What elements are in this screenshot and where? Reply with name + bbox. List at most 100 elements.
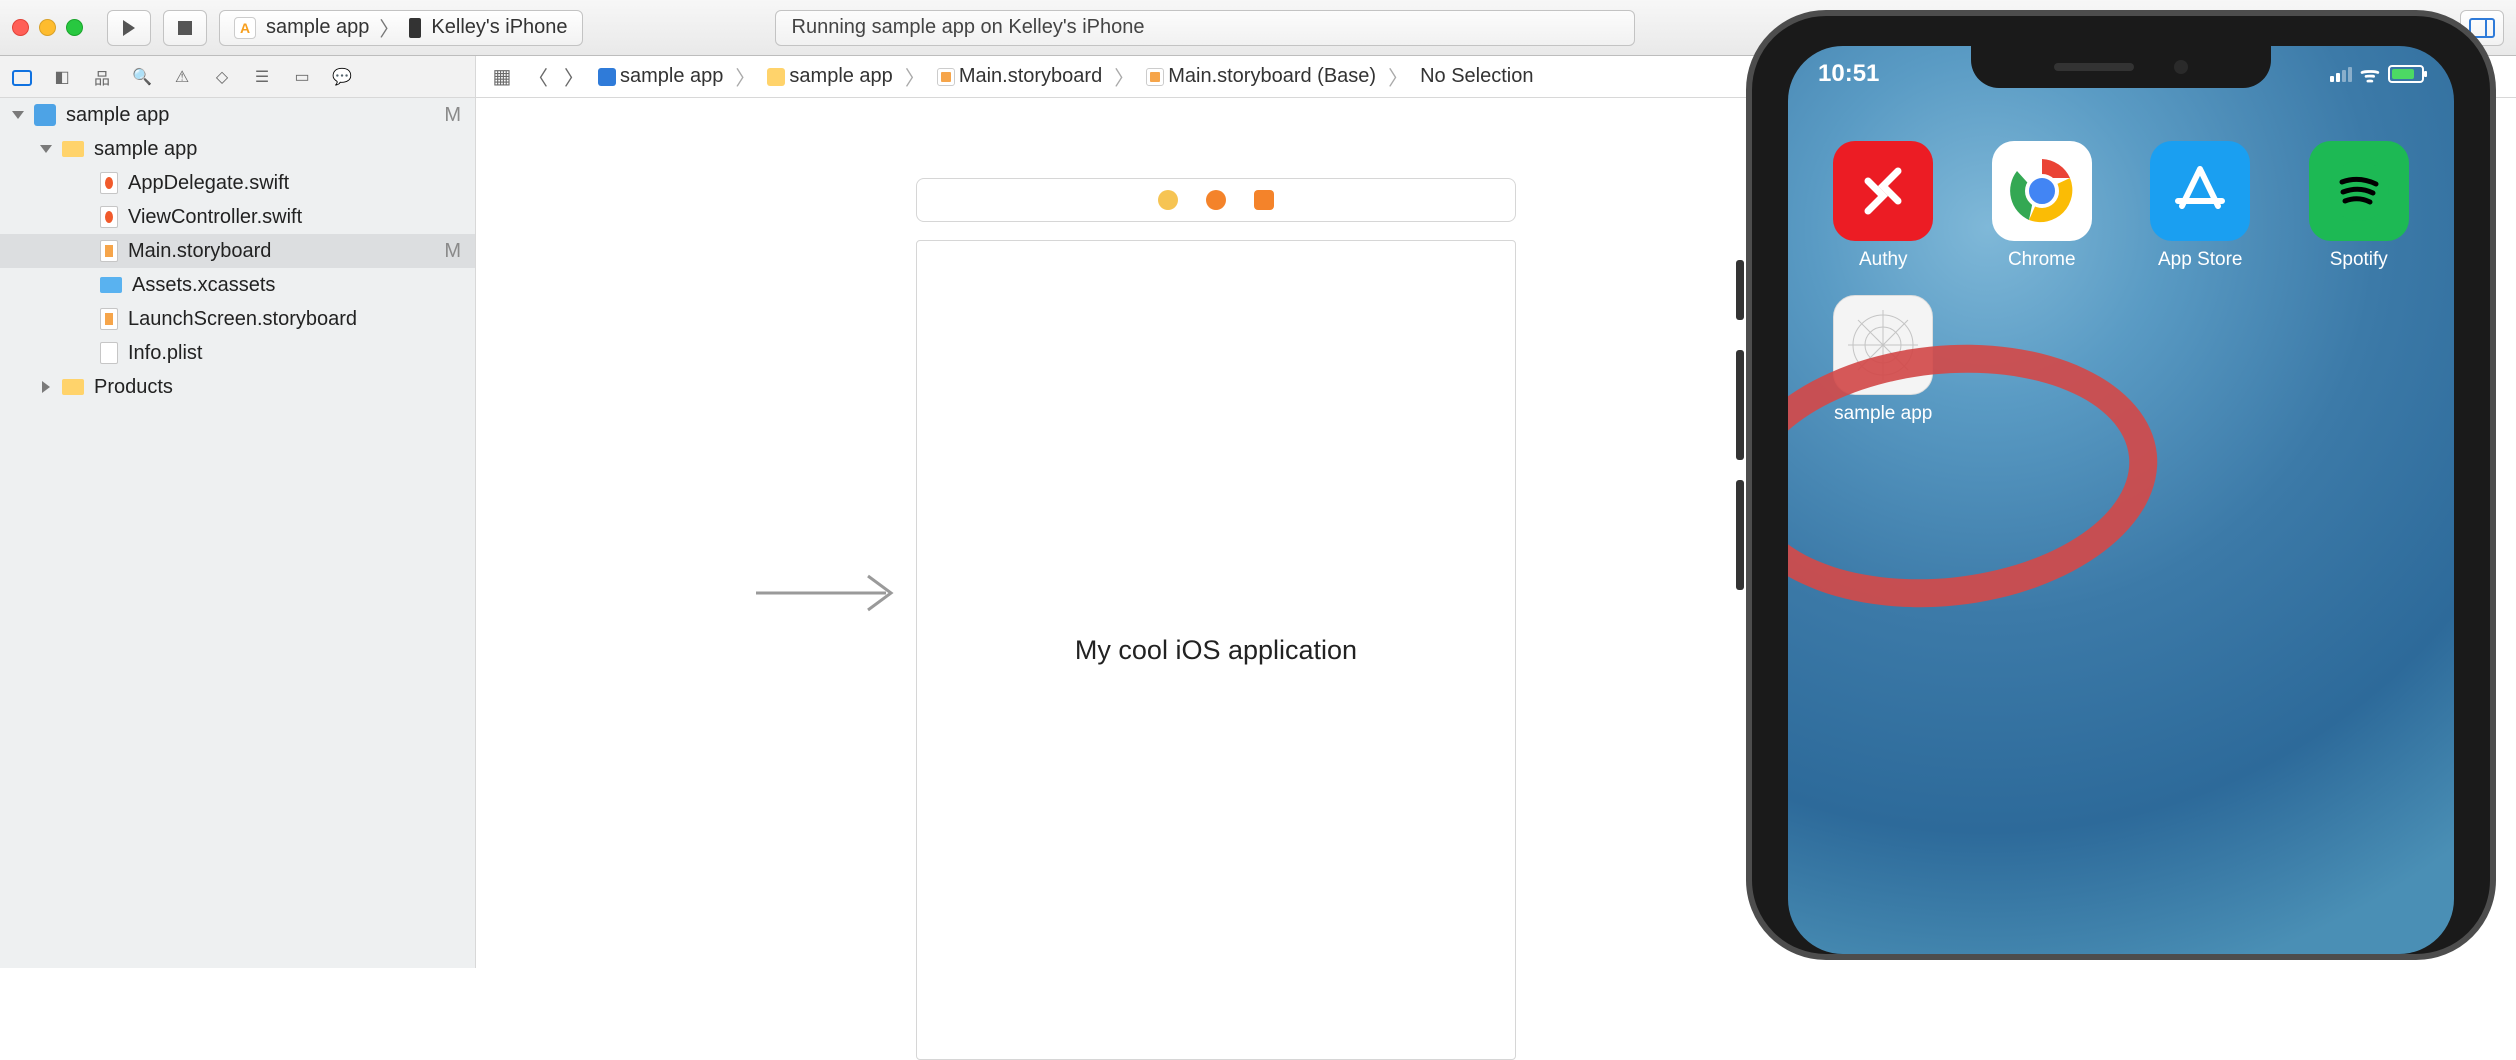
chrome-icon — [1992, 141, 2092, 241]
project-navigator: sample app M sample app AppDelegate.swif… — [0, 98, 476, 968]
exit-icon[interactable] — [1254, 190, 1274, 210]
chevron-right-icon: 〉 — [735, 62, 755, 91]
authy-icon — [1833, 141, 1933, 241]
plist-file-icon — [100, 342, 118, 364]
scheme-selector[interactable]: A sample app 〉 Kelley's iPhone — [219, 10, 583, 46]
source-control-navigator-icon[interactable]: ◧ — [50, 65, 74, 89]
volume-down-button — [1736, 480, 1744, 590]
app-spotify[interactable]: Spotify — [2292, 141, 2427, 271]
appstore-icon — [2150, 141, 2250, 241]
app-authy[interactable]: Authy — [1816, 141, 1951, 271]
iphone-device-frame: 10:51 ᯤ Authy Chrome — [1746, 10, 2496, 960]
spotify-icon — [2309, 141, 2409, 241]
storyboard-icon — [937, 68, 955, 86]
back-button[interactable]: 〈 — [526, 65, 550, 89]
battery-icon — [2388, 65, 2424, 83]
navigator-selector: ◧ 品 🔍 ⚠ ◇ ☰ ▭ 💬 — [0, 56, 476, 97]
file-row[interactable]: Info.plist — [0, 336, 475, 370]
stop-button[interactable] — [163, 10, 207, 46]
disclosure-triangle-icon[interactable] — [42, 381, 50, 393]
device-icon — [409, 18, 421, 38]
find-navigator-icon[interactable]: 🔍 — [130, 65, 154, 89]
project-name: sample app — [66, 104, 169, 127]
group-row[interactable]: sample app — [0, 132, 475, 166]
app-label: Authy — [1859, 249, 1908, 271]
run-button[interactable] — [107, 10, 151, 46]
group-name: sample app — [94, 138, 197, 161]
project-icon — [598, 68, 616, 86]
report-navigator-icon[interactable]: 💬 — [330, 65, 354, 89]
test-navigator-icon[interactable]: ◇ — [210, 65, 234, 89]
products-label: Products — [94, 376, 173, 399]
mute-switch — [1736, 260, 1744, 320]
folder-icon — [62, 379, 84, 395]
debug-navigator-icon[interactable]: ☰ — [250, 65, 274, 89]
swift-file-icon — [100, 206, 118, 228]
volume-up-button — [1736, 350, 1744, 460]
app-label: Spotify — [2330, 249, 2388, 271]
file-row[interactable]: ViewController.swift — [0, 200, 475, 234]
assets-icon — [100, 277, 122, 293]
storyboard-icon — [1146, 68, 1164, 86]
folder-icon — [767, 68, 785, 86]
camera-icon — [2174, 60, 2188, 74]
chevron-right-icon: 〉 — [379, 13, 399, 42]
file-row-selected[interactable]: Main.storyboardM — [0, 234, 475, 268]
chevron-right-icon: 〉 — [1388, 62, 1408, 91]
swift-file-icon — [100, 172, 118, 194]
file-row[interactable]: LaunchScreen.storyboard — [0, 302, 475, 336]
crumb-group[interactable]: sample app — [767, 65, 892, 88]
crumb-selection[interactable]: No Selection — [1420, 65, 1533, 88]
app-label: App Store — [2158, 249, 2243, 271]
activity-text: Running sample app on Kelley's iPhone — [792, 16, 1145, 39]
storyboard-file-icon — [100, 308, 118, 330]
file-row[interactable]: Assets.xcassets — [0, 268, 475, 302]
disclosure-triangle-icon[interactable] — [12, 111, 24, 119]
wifi-icon: ᯤ — [2360, 59, 2380, 89]
app-chrome[interactable]: Chrome — [1975, 141, 2110, 271]
chevron-right-icon: 〉 — [1114, 62, 1134, 91]
crumb-base[interactable]: Main.storyboard (Base) — [1146, 65, 1376, 88]
crumb-project[interactable]: sample app — [598, 65, 723, 88]
view-controller-scene[interactable]: My cool iOS application — [916, 178, 1516, 1060]
scm-status: M — [444, 240, 461, 263]
notch — [1971, 46, 2271, 88]
disclosure-triangle-icon[interactable] — [40, 145, 52, 153]
initial-vc-arrow-icon — [756, 568, 906, 623]
scheme-device-name: Kelley's iPhone — [431, 16, 567, 39]
view-controller-icon[interactable] — [1158, 190, 1178, 210]
folder-icon — [62, 141, 84, 157]
chevron-right-icon: 〉 — [905, 62, 925, 91]
window-controls — [12, 19, 83, 36]
activity-viewer: Running sample app on Kelley's iPhone — [775, 10, 1635, 46]
phone-body: 10:51 ᯤ Authy Chrome — [1746, 10, 2496, 960]
speaker-icon — [2054, 63, 2134, 71]
project-icon — [34, 104, 56, 126]
related-items-icon[interactable]: ▦ — [490, 65, 514, 89]
storyboard-file-icon — [100, 240, 118, 262]
crumb-file[interactable]: Main.storyboard — [937, 65, 1102, 88]
zoom-window-button[interactable] — [66, 19, 83, 36]
app-appstore[interactable]: App Store — [2133, 141, 2268, 271]
close-window-button[interactable] — [12, 19, 29, 36]
first-responder-icon[interactable] — [1206, 190, 1226, 210]
products-row[interactable]: Products — [0, 370, 475, 404]
cellular-signal-icon — [2330, 67, 2352, 82]
file-row[interactable]: AppDelegate.swift — [0, 166, 475, 200]
project-row[interactable]: sample app M — [0, 98, 475, 132]
symbol-navigator-icon[interactable]: 品 — [90, 65, 114, 89]
breakpoint-navigator-icon[interactable]: ▭ — [290, 65, 314, 89]
project-navigator-icon[interactable] — [10, 65, 34, 89]
view-controller-view[interactable]: My cool iOS application — [916, 240, 1516, 1060]
issue-navigator-icon[interactable]: ⚠ — [170, 65, 194, 89]
scm-status: M — [444, 104, 461, 127]
forward-button[interactable]: 〉 — [562, 65, 586, 89]
scene-dock[interactable] — [916, 178, 1516, 222]
app-target-icon: A — [234, 17, 256, 39]
minimize-window-button[interactable] — [39, 19, 56, 36]
status-time: 10:51 — [1818, 60, 1879, 88]
label-control[interactable]: My cool iOS application — [1075, 635, 1357, 666]
phone-screen: 10:51 ᯤ Authy Chrome — [1788, 46, 2454, 954]
app-label: Chrome — [2008, 249, 2076, 271]
scheme-app-name: sample app — [266, 16, 369, 39]
